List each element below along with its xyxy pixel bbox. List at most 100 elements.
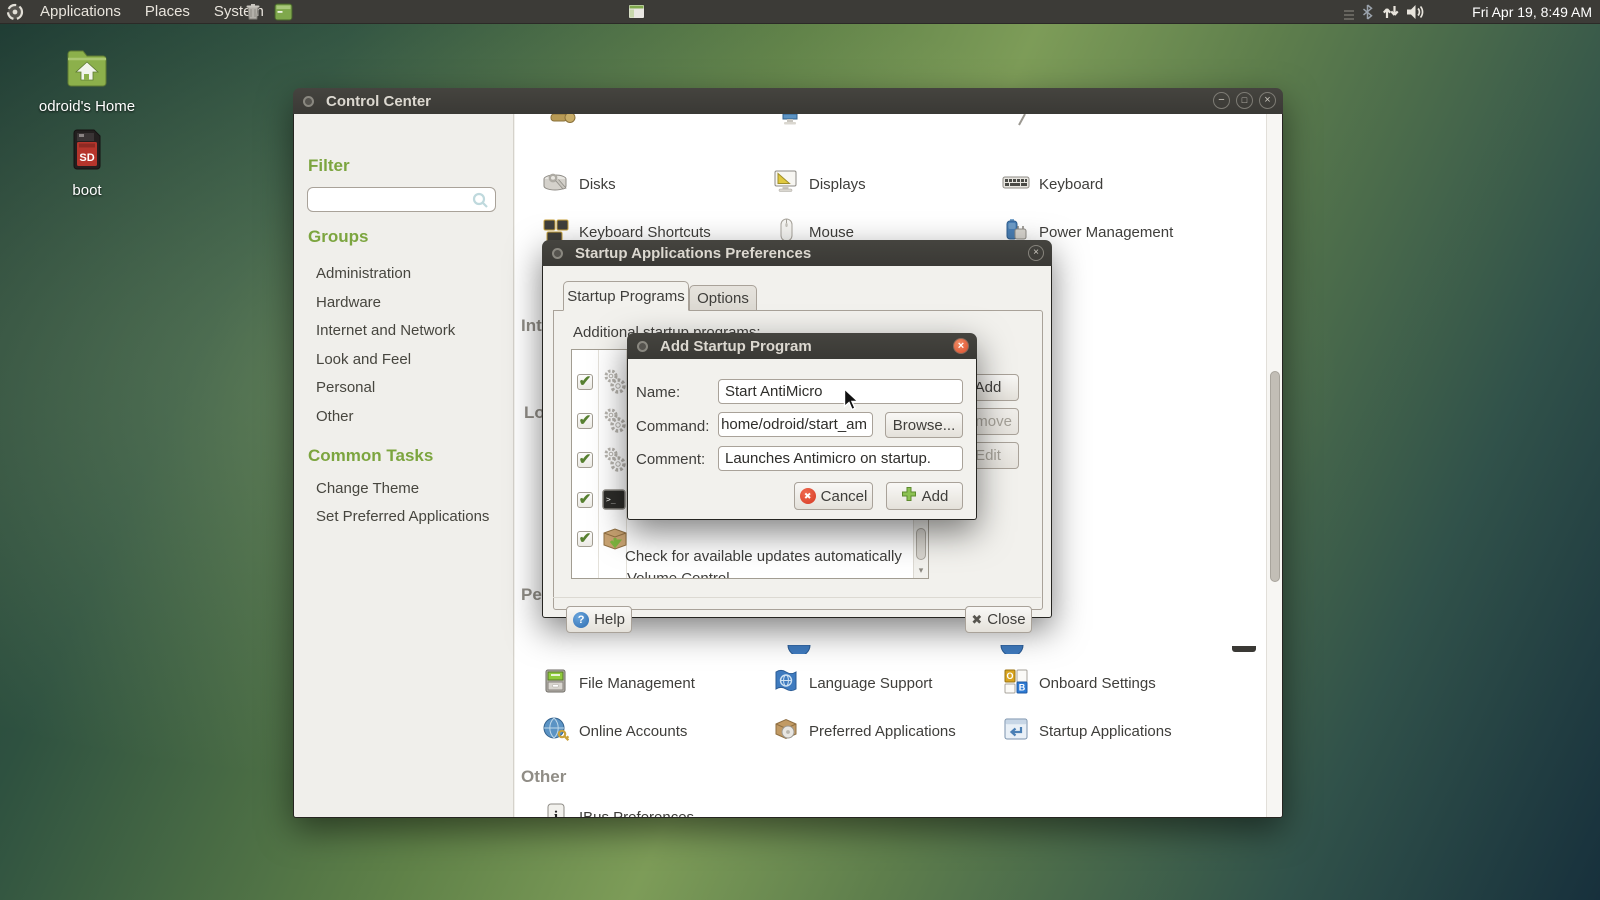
- cc-item-file-management[interactable]: File Management: [542, 668, 695, 698]
- name-input[interactable]: [718, 379, 963, 404]
- window-title: Startup Applications Preferences: [575, 245, 811, 262]
- list-scrollbar-thumb[interactable]: [916, 528, 926, 560]
- menu-system[interactable]: System: [202, 0, 276, 24]
- checkbox-checked[interactable]: ✔: [577, 374, 593, 390]
- close-button[interactable]: ×: [1028, 245, 1044, 261]
- checkbox-checked[interactable]: ✔: [577, 452, 593, 468]
- bluetooth-icon[interactable]: [1362, 4, 1374, 25]
- button-label: Add: [975, 379, 1002, 396]
- control-center-titlebar[interactable]: Control Center − □ ×: [293, 88, 1283, 114]
- desktop-icon-home[interactable]: odroid's Home: [27, 46, 147, 115]
- add-startup-program-dialog: Add Startup Program × Name: Command: hom…: [627, 333, 977, 520]
- trash-applet-icon[interactable]: [243, 2, 263, 27]
- volume-icon[interactable]: [1406, 4, 1428, 25]
- sidebar-item-internet[interactable]: Internet and Network: [316, 322, 455, 339]
- cc-scrollbar-thumb[interactable]: [1270, 371, 1280, 582]
- task-set-preferred-apps[interactable]: Set Preferred Applications: [316, 508, 489, 525]
- desktop-icon-boot[interactable]: SD boot: [27, 128, 147, 199]
- task-change-theme[interactable]: Change Theme: [316, 480, 419, 497]
- checkbox-checked[interactable]: ✔: [577, 531, 593, 547]
- indicator-menu-icon[interactable]: [1343, 7, 1355, 25]
- desktop: Applications Places System Fri Apr 19, 8…: [0, 0, 1600, 900]
- cc-item-label: Language Support: [809, 675, 932, 692]
- window-list-item-icon[interactable]: [628, 4, 645, 24]
- browse-button[interactable]: Browse...: [885, 412, 963, 438]
- common-tasks-heading: Common Tasks: [308, 446, 433, 466]
- gears-icon: [601, 367, 627, 402]
- sidebar-item-look[interactable]: Look and Feel: [316, 351, 411, 368]
- comment-label: Comment:: [636, 451, 705, 468]
- cc-item-label: Mouse: [809, 224, 854, 241]
- clipped-icon: [779, 114, 803, 132]
- language-support-icon: [772, 667, 800, 700]
- home-folder-icon: [63, 77, 111, 94]
- groups-heading: Groups: [308, 227, 368, 247]
- cc-item-language-support[interactable]: Language Support: [772, 668, 932, 698]
- cc-item-onboard-settings[interactable]: OB Onboard Settings: [1002, 668, 1156, 698]
- window-title: Add Startup Program: [660, 338, 812, 355]
- svg-text:O: O: [1006, 671, 1013, 681]
- checkbox-checked[interactable]: ✔: [577, 413, 593, 429]
- displays-icon: [772, 168, 800, 201]
- window-icon: [552, 248, 563, 259]
- comment-input[interactable]: [718, 446, 963, 471]
- cc-item-displays[interactable]: Displays: [772, 169, 866, 199]
- add-dialog-body: Name: Command: home/odroid/start_am Brow…: [627, 359, 977, 520]
- cc-item-label: Online Accounts: [579, 723, 687, 740]
- tab-label: Startup Programs: [567, 288, 685, 305]
- cc-item-ibus-preferences[interactable]: i IBus Preferences: [542, 802, 694, 817]
- command-value: home/odroid/start_am: [721, 416, 867, 433]
- cc-item-startup-applications[interactable]: Startup Applications: [1002, 716, 1172, 746]
- maximize-button[interactable]: □: [1236, 92, 1253, 109]
- cc-item-keyboard[interactable]: Keyboard: [1002, 169, 1103, 199]
- cancel-button[interactable]: ✖ Cancel: [794, 482, 873, 510]
- filter-search-input[interactable]: [307, 187, 496, 212]
- cc-item-label: Startup Applications: [1039, 723, 1172, 740]
- add-button[interactable]: Add: [886, 482, 963, 510]
- window-title: Control Center: [326, 93, 431, 110]
- startup-applications-icon: [1002, 715, 1030, 748]
- preferred-applications-icon: [772, 715, 800, 748]
- desktop-icon-label: boot: [27, 182, 147, 199]
- minimize-button[interactable]: −: [1213, 92, 1230, 109]
- help-button[interactable]: ? Help: [566, 606, 632, 633]
- sidebar-item-administration[interactable]: Administration: [316, 265, 411, 282]
- sidebar-item-hardware[interactable]: Hardware: [316, 294, 381, 311]
- add-dialog-titlebar[interactable]: Add Startup Program ×: [627, 333, 977, 359]
- close-dialog-button[interactable]: ✖ Close: [965, 606, 1032, 633]
- cc-item-disks[interactable]: Disks: [542, 169, 616, 199]
- tab-startup-programs[interactable]: Startup Programs: [563, 281, 689, 311]
- sidebar-item-personal[interactable]: Personal: [316, 379, 375, 396]
- clipped-icon: [1000, 641, 1024, 659]
- terminal-icon: >_: [602, 489, 626, 516]
- startup-row-label: Check for available updates automaticall…: [625, 548, 902, 565]
- scroll-down-arrow[interactable]: ▾: [914, 563, 928, 578]
- menu-places[interactable]: Places: [133, 0, 202, 24]
- terminal-applet-icon[interactable]: [274, 3, 293, 26]
- startup-prefs-titlebar[interactable]: Startup Applications Preferences ×: [542, 240, 1052, 266]
- clock[interactable]: Fri Apr 19, 8:49 AM: [1472, 0, 1592, 24]
- cc-item-online-accounts[interactable]: Online Accounts: [542, 716, 687, 746]
- cc-item-preferred-applications[interactable]: Preferred Applications: [772, 716, 956, 746]
- tab-options[interactable]: Options: [689, 285, 757, 311]
- cc-item-label: Displays: [809, 176, 866, 193]
- name-label: Name:: [636, 384, 680, 401]
- close-button[interactable]: ×: [953, 338, 969, 354]
- cancel-icon: ✖: [800, 488, 816, 504]
- close-button[interactable]: ×: [1259, 92, 1276, 109]
- checkbox-checked[interactable]: ✔: [577, 492, 593, 508]
- menu-applications[interactable]: Applications: [28, 0, 133, 24]
- button-label: Browse...: [893, 417, 956, 434]
- disks-icon: [542, 168, 570, 201]
- sidebar-item-other[interactable]: Other: [316, 408, 354, 425]
- desktop-icon-label: odroid's Home: [27, 98, 147, 115]
- filter-heading: Filter: [308, 156, 350, 176]
- network-arrows-icon[interactable]: [1382, 5, 1400, 24]
- cc-scrollbar[interactable]: [1266, 114, 1282, 817]
- cc-item-label: Power Management: [1039, 224, 1173, 241]
- mate-menu-icon[interactable]: [6, 3, 24, 26]
- section-heading-other: Other: [521, 767, 566, 787]
- clipped-icon: [1009, 114, 1033, 132]
- cc-item-label: Disks: [579, 176, 616, 193]
- keyboard-icon: [1002, 168, 1030, 201]
